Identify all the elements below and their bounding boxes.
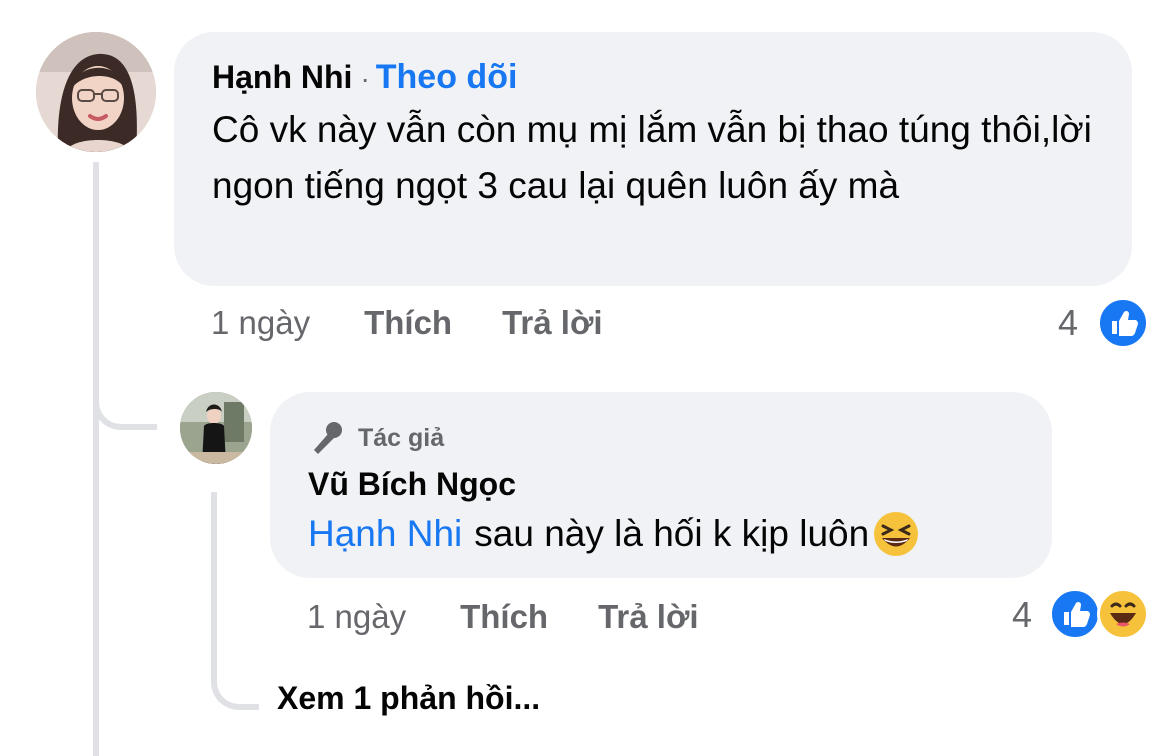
view-more-replies-link[interactable]: Xem 1 phản hồi... (277, 680, 540, 717)
reaction-count[interactable]: 4 (1058, 302, 1078, 344)
separator-dot: · (360, 63, 370, 94)
thread-line-reply (211, 492, 217, 642)
mention-link[interactable]: Hạnh Nhi (308, 506, 462, 562)
thread-line-main (93, 162, 99, 756)
reply-like-button[interactable]: Thích (460, 598, 548, 636)
grinning-squinting-face-icon (874, 512, 919, 556)
avatar-hanh-nhi[interactable] (36, 32, 156, 152)
reply-bubble: Tác giả Vũ Bích Ngọc Hạnh Nhi sau này là… (270, 392, 1052, 578)
comment-actions: 1 ngày Thích Trả lời (211, 304, 603, 342)
reply-text-line: Hạnh Nhi sau này là hối k kịp luôn (308, 506, 921, 562)
comment-text: Cô vk này vẫn còn mụ mị lắm vẫn bị thao … (212, 109, 1092, 206)
comment-header: Hạnh Nhi · Theo dõi (212, 58, 517, 97)
reply-button[interactable]: Trả lời (502, 304, 603, 342)
avatar-portrait-icon (36, 32, 156, 152)
like-icon[interactable] (1049, 588, 1101, 640)
reply-reply-button[interactable]: Trả lời (598, 598, 699, 636)
reply-author-name[interactable]: Vũ Bích Ngọc (308, 466, 516, 503)
avatar-vu-bich-ngoc[interactable] (180, 392, 252, 464)
author-badge: Tác giả (308, 418, 444, 458)
thread-connector-reply (93, 370, 157, 430)
comment-bubble: Hạnh Nhi · Theo dõi Cô vk này vẫn còn mụ… (174, 32, 1132, 286)
avatar-portrait-icon (180, 392, 252, 464)
reply-timestamp[interactable]: 1 ngày (307, 598, 406, 636)
follow-button[interactable]: Theo dõi (376, 58, 518, 97)
microphone-icon (314, 422, 342, 454)
thread-connector-more (211, 636, 259, 710)
reply-actions: 1 ngày Thích Trả lời (307, 598, 699, 636)
comment-timestamp[interactable]: 1 ngày (211, 304, 310, 342)
author-badge-label: Tác giả (358, 423, 445, 452)
comment-author-name[interactable]: Hạnh Nhi (212, 59, 352, 96)
like-button[interactable]: Thích (364, 304, 452, 342)
like-icon[interactable] (1097, 297, 1149, 349)
reply-reaction-count[interactable]: 4 (1012, 594, 1032, 636)
haha-icon[interactable] (1097, 588, 1149, 640)
reply-text: sau này là hối k kịp luôn (474, 513, 870, 554)
